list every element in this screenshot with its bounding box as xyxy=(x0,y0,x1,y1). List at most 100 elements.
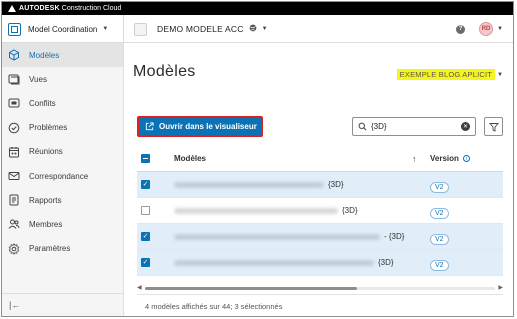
select-all-checkbox[interactable] xyxy=(141,154,150,163)
model-name-suffix: {3D} xyxy=(378,258,394,267)
search-input[interactable]: {3D} ✕ xyxy=(352,117,476,136)
mail-icon xyxy=(8,170,20,182)
models-table: Modèles ↑ Version i ✓ {3D} V2 {3D} V2 ✓ … xyxy=(137,146,503,296)
sidebar-item-correspondance[interactable]: Correspondance xyxy=(2,164,123,188)
module-label: Model Coordination xyxy=(28,24,98,34)
sidebar-item-label: Membres xyxy=(29,219,63,229)
page-title: Modèles xyxy=(133,63,196,80)
header-actions: ? RD ▼ xyxy=(456,15,503,43)
table-row[interactable]: ✓ - {3D} V2 xyxy=(137,224,503,250)
version-cell: V2 xyxy=(430,202,449,220)
meetings-icon xyxy=(8,146,20,158)
version-cell: V2 xyxy=(430,254,449,272)
filter-button[interactable] xyxy=(484,117,503,136)
selection-summary: 4 modèles affichés sur 44; 3 sélectionné… xyxy=(145,302,283,311)
filter-icon xyxy=(488,122,499,132)
help-icon[interactable]: ? xyxy=(456,24,466,34)
cube-icon xyxy=(8,49,20,61)
version-badge[interactable]: V2 xyxy=(430,207,449,219)
redacted-text xyxy=(174,207,338,214)
row-checkbox[interactable] xyxy=(141,206,150,215)
sidebar-item-label: Réunions xyxy=(29,147,63,157)
autodesk-logo-icon xyxy=(8,5,16,12)
settings-icon xyxy=(8,242,20,255)
chevron-down-icon: ▼ xyxy=(102,26,109,32)
scroll-left-icon[interactable]: ◀ xyxy=(137,284,142,291)
model-name[interactable]: {3D} xyxy=(174,258,394,267)
scroll-right-icon[interactable]: ▶ xyxy=(498,284,503,291)
sidebar-item-label: Paramètres xyxy=(29,244,71,254)
sidebar-item-parametres[interactable]: Paramètres xyxy=(2,237,123,261)
sidebar-item-reunions[interactable]: Réunions xyxy=(2,140,123,164)
clear-search-icon[interactable]: ✕ xyxy=(461,122,470,131)
redacted-text xyxy=(174,259,374,266)
globe-icon xyxy=(249,24,257,34)
row-checkbox[interactable]: ✓ xyxy=(141,232,150,241)
table-row[interactable]: ✓ {3D} V2 xyxy=(137,172,503,198)
redacted-text xyxy=(174,181,324,188)
column-header-version-label: Version xyxy=(430,154,459,163)
column-header-version[interactable]: Version i xyxy=(430,154,470,163)
sidebar-item-problemes[interactable]: Problèmes xyxy=(2,116,123,140)
model-coordination-icon xyxy=(8,22,21,36)
sidebar-item-label: Rapports xyxy=(29,195,62,205)
sidebar-item-label: Modèles xyxy=(29,50,60,60)
brand-bar: AUTODESK Construction Cloud xyxy=(2,2,513,15)
model-name[interactable]: {3D} xyxy=(174,180,344,189)
chevron-down-icon: ▼ xyxy=(497,71,503,78)
sidebar-item-label: Vues xyxy=(29,74,47,84)
search-icon xyxy=(358,122,367,131)
version-cell: V2 xyxy=(430,228,449,246)
version-badge[interactable]: V2 xyxy=(430,259,449,271)
issues-icon xyxy=(8,122,20,134)
avatar[interactable]: RD xyxy=(479,22,494,36)
horizontal-scrollbar[interactable]: ◀ ▶ xyxy=(137,284,503,292)
account-selector[interactable]: EXEMPLE BLOG APLICIT ▼ xyxy=(396,69,503,80)
project-name: DEMO MODELE ACC xyxy=(157,24,244,34)
brand-name: AUTODESK xyxy=(19,5,60,12)
version-badge[interactable]: V2 xyxy=(430,233,449,245)
module-switcher[interactable]: Model Coordination ▼ xyxy=(2,15,124,43)
column-header-models[interactable]: Modèles xyxy=(174,154,206,163)
row-checkbox[interactable]: ✓ xyxy=(141,258,150,267)
model-name-suffix: - {3D} xyxy=(384,232,405,241)
main-content: Modèles EXEMPLE BLOG APLICIT ▼ Ouvrir da… xyxy=(125,43,513,316)
sidebar-item-conflits[interactable]: Conflits xyxy=(2,91,123,115)
version-cell: V2 xyxy=(430,176,449,194)
sidebar-item-modeles[interactable]: Modèles xyxy=(2,43,123,68)
divider xyxy=(137,294,503,295)
search-value: {3D} xyxy=(371,122,387,131)
table-row[interactable]: ✓ {3D} V2 xyxy=(137,250,503,276)
sidebar-item-vues[interactable]: Vues xyxy=(2,67,123,91)
model-name-suffix: {3D} xyxy=(342,206,358,215)
project-thumbnail xyxy=(134,22,147,36)
sidebar: Modèles Vues Conflits Problèmes Réunions xyxy=(2,43,124,316)
model-name-suffix: {3D} xyxy=(328,180,344,189)
project-selector[interactable]: DEMO MODELE ACC ▼ xyxy=(134,15,268,43)
brand-product: Construction Cloud xyxy=(61,5,122,12)
sidebar-item-label: Problèmes xyxy=(29,123,68,133)
sidebar-item-label: Conflits xyxy=(29,98,56,108)
model-name[interactable]: {3D} xyxy=(174,206,358,215)
table-row[interactable]: {3D} V2 xyxy=(137,198,503,224)
sidebar-divider xyxy=(2,293,123,294)
chevron-down-icon: ▼ xyxy=(261,26,268,32)
sort-ascending-icon[interactable]: ↑ xyxy=(412,154,417,164)
scrollbar-thumb[interactable] xyxy=(145,287,357,290)
info-icon[interactable]: i xyxy=(462,155,470,162)
collapse-sidebar-icon[interactable]: |← xyxy=(9,300,20,310)
reports-icon xyxy=(8,194,20,206)
app-window: AUTODESK Construction Cloud Model Coordi… xyxy=(1,1,514,317)
table-header: Modèles ↑ Version i xyxy=(137,146,503,172)
sidebar-item-rapports[interactable]: Rapports xyxy=(2,188,123,212)
sidebar-item-membres[interactable]: Membres xyxy=(2,212,123,236)
model-name[interactable]: - {3D} xyxy=(174,232,404,241)
chevron-down-icon[interactable]: ▼ xyxy=(497,26,503,32)
open-external-icon xyxy=(145,122,154,131)
row-checkbox[interactable]: ✓ xyxy=(141,180,150,189)
app-header: Model Coordination ▼ DEMO MODELE ACC ▼ ?… xyxy=(2,15,513,43)
sidebar-item-label: Correspondance xyxy=(29,171,89,181)
open-in-viewer-label: Ouvrir dans le visualiseur xyxy=(159,122,257,131)
version-badge[interactable]: V2 xyxy=(430,181,449,193)
open-in-viewer-button[interactable]: Ouvrir dans le visualiseur xyxy=(137,116,263,137)
